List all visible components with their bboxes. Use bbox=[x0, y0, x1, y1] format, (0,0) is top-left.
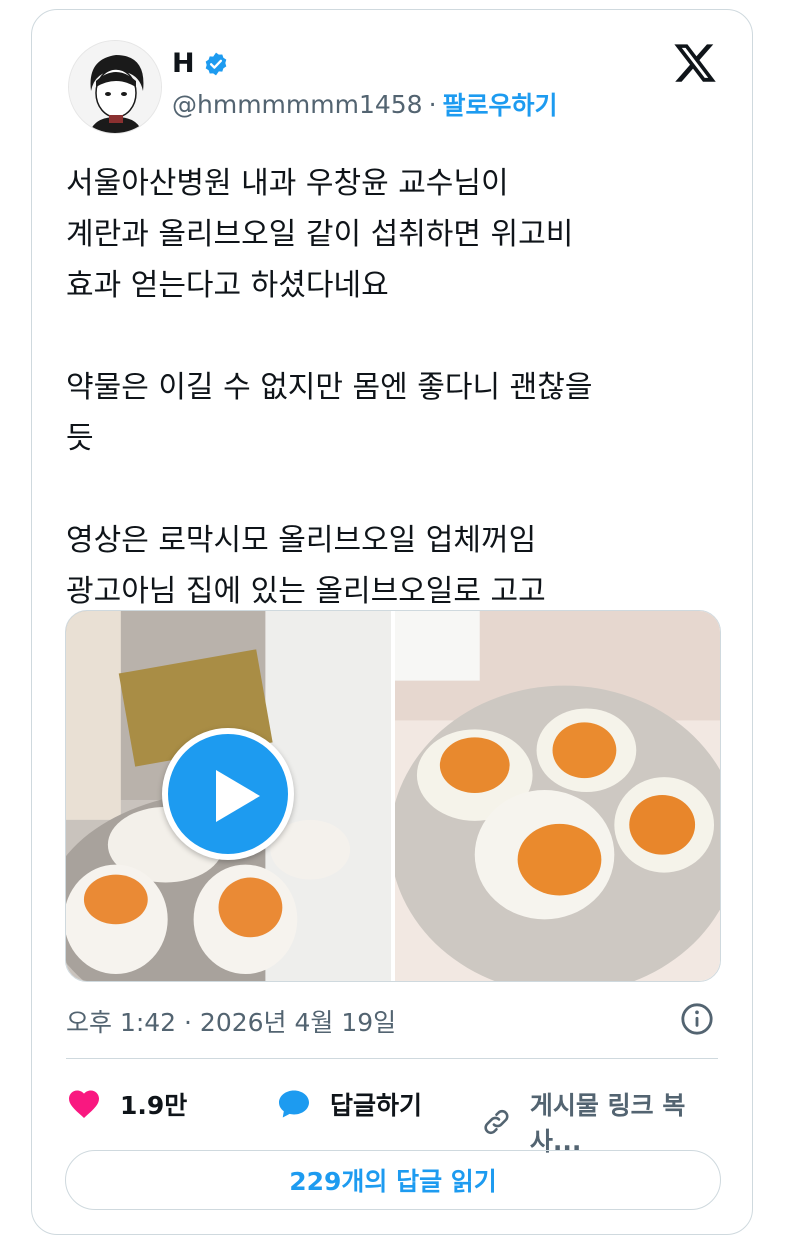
copy-link-label: 게시물 링크 복사... bbox=[529, 1091, 686, 1156]
tweet-text: 서울아산병원 내과 우창윤 교수님이 계란과 올리브오일 같이 섭취하면 위고비… bbox=[66, 166, 593, 609]
like-button[interactable]: 1.9만 bbox=[66, 1086, 187, 1122]
user-handle-row: @hmmmmmm1458 · 팔로우하기 bbox=[172, 86, 558, 122]
image-thumbnail[interactable] bbox=[395, 611, 720, 981]
follow-button[interactable]: 팔로우하기 bbox=[443, 86, 558, 122]
like-count: 1.9만 bbox=[120, 1091, 188, 1120]
avatar[interactable] bbox=[68, 40, 162, 134]
reply-label: 답글하기 bbox=[330, 1091, 423, 1120]
play-icon[interactable] bbox=[162, 728, 294, 860]
user-name[interactable]: H bbox=[172, 48, 195, 79]
verified-badge-icon bbox=[205, 52, 226, 75]
handle-separator: · bbox=[428, 89, 437, 119]
x-logo-icon[interactable] bbox=[672, 40, 718, 86]
divider bbox=[66, 1058, 718, 1059]
tweet-card: H @hmmmmmm1458 · 팔로우하기 서울아산병원 내과 우창윤 교수님… bbox=[31, 9, 753, 1235]
avatar-illustration bbox=[69, 41, 161, 133]
info-icon[interactable] bbox=[680, 1002, 714, 1036]
read-replies-button[interactable]: 229개의 답글 읽기 bbox=[65, 1150, 721, 1210]
link-icon bbox=[484, 1109, 509, 1135]
heart-icon bbox=[69, 1090, 99, 1118]
user-name-row: H bbox=[172, 48, 229, 79]
speech-bubble-icon bbox=[279, 1090, 309, 1118]
eggs-plate-image bbox=[395, 611, 720, 981]
reply-button[interactable]: 답글하기 bbox=[276, 1086, 422, 1122]
copy-link-button[interactable]: 게시물 링크 복사... bbox=[481, 1086, 718, 1158]
action-bar: 1.9만 답글하기 게시물 링크 복사... bbox=[66, 1086, 718, 1156]
tweet-timestamp[interactable]: 오후 1:42 · 2026년 4월 19일 bbox=[66, 1003, 396, 1039]
user-handle[interactable]: @hmmmmmm1458 bbox=[172, 90, 423, 119]
